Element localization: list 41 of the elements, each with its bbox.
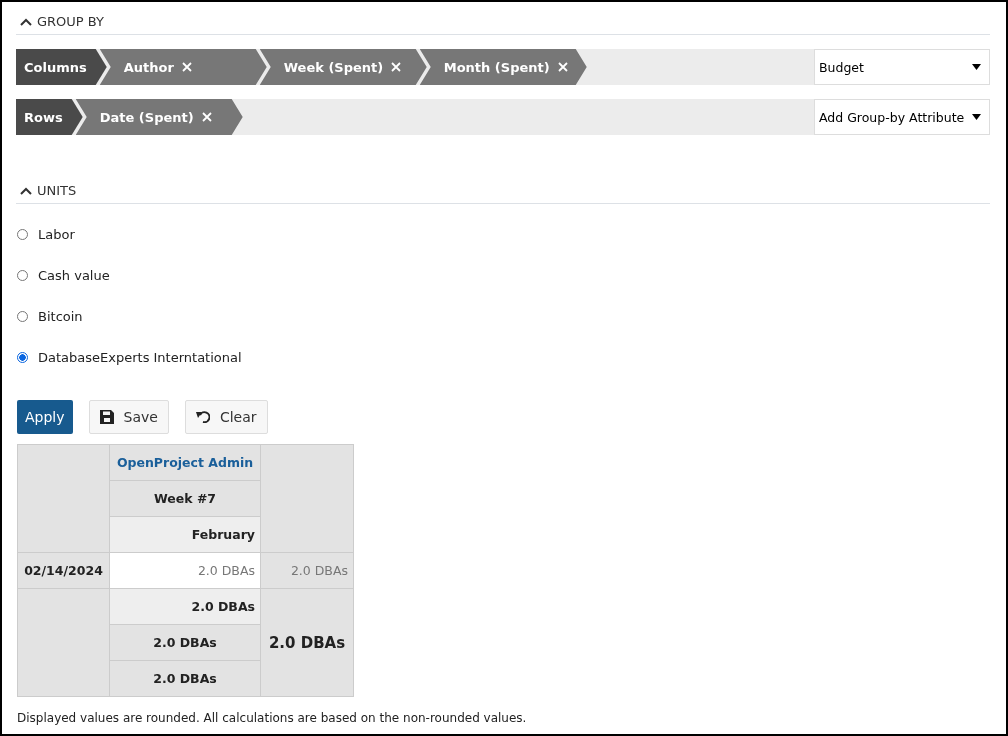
apply-button[interactable]: Apply [17,400,73,434]
remove-icon[interactable] [201,112,212,122]
group-by-axis-label: Columns [16,49,107,85]
chip-label: Author [123,59,174,75]
chip-label: Date (Spent) [99,109,194,125]
group-by-chip[interactable]: Date (Spent) [75,99,243,135]
attribute-select[interactable]: Add Group-by Attribute [814,99,990,135]
clear-button[interactable]: Clear [184,400,268,434]
remove-icon[interactable] [391,62,402,72]
dropdown-caret-icon [972,114,981,120]
table-cell: 2.0 DBAs [110,589,260,624]
group-by-chip[interactable]: Week (Spent) [259,49,427,85]
chip-label: Month (Spent) [443,59,550,75]
radio-label: DatabaseExperts Interntational [38,350,242,365]
radio-label: Labor [38,227,75,242]
collapse-icon[interactable] [20,17,32,26]
attribute-select[interactable]: Budget [814,49,990,85]
dropdown-caret-icon [972,64,981,70]
table-header: February [110,517,260,552]
table-cell: 2.0 DBAs [110,625,260,660]
radio-label: Bitcoin [38,309,83,324]
radio-button[interactable] [17,352,28,363]
table-cell: 2.0 DBAs [110,661,260,696]
table-cell: 2.0 DBAs [110,553,260,588]
footnote: Displayed values are rounded. All calculations are based on the non-rounded values. [16,711,528,725]
undo-icon [195,411,210,423]
remove-icon[interactable] [181,62,192,72]
group-by-chip[interactable]: Month (Spent) [419,49,587,85]
table-cell: 2.0 DBAs [261,553,353,588]
author-link[interactable]: OpenProject Admin [116,455,254,470]
remove-icon[interactable] [557,62,568,72]
group-by-chip[interactable]: Author [99,49,267,85]
radio-label: Cash value [38,268,110,283]
table-cell: 2.0 DBAs [261,589,353,696]
chip-label: Week (Spent) [283,59,384,75]
row-header: 02/14/2024 [18,553,109,588]
save-button[interactable]: Save [88,400,169,434]
section-title: GROUP BY [37,14,104,29]
collapse-icon[interactable] [20,186,32,195]
table-header: Week #7 [110,481,260,516]
section-title: UNITS [37,183,77,198]
